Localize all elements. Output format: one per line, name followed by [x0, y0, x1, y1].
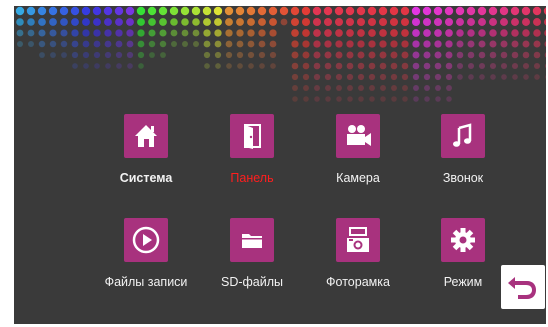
menu-ring-label: Звонок — [442, 171, 484, 185]
back-arrow-icon — [508, 277, 536, 299]
intercom-screen: Система Панель Камера Звонок Файлы запис… — [14, 6, 546, 324]
folder-icon — [230, 218, 274, 262]
door-icon — [230, 114, 274, 158]
menu-system-label: Система — [119, 171, 173, 185]
menu-camera-label: Камера — [336, 171, 380, 185]
decorative-dot-pattern — [15, 6, 546, 102]
menu-mode[interactable]: Режим — [417, 210, 509, 302]
music-note-icon — [441, 114, 485, 158]
back-button[interactable] — [501, 265, 545, 309]
photo-frame-icon — [336, 218, 380, 262]
menu-recordings[interactable]: Файлы записи — [100, 210, 192, 302]
menu-ring[interactable]: Звонок — [417, 106, 509, 198]
gear-icon — [441, 218, 485, 262]
home-icon — [124, 114, 168, 158]
menu-recordings-label: Файлы записи — [104, 275, 188, 289]
menu-system[interactable]: Система — [100, 106, 192, 198]
video-camera-icon — [336, 114, 380, 158]
menu-camera[interactable]: Камера — [312, 106, 404, 198]
menu-photo-frame[interactable]: Фоторамка — [312, 210, 404, 302]
menu-panel[interactable]: Панель — [206, 106, 298, 198]
menu-panel-label: Панель — [230, 171, 274, 185]
menu-sd-files[interactable]: SD-файлы — [206, 210, 298, 302]
menu-photo-frame-label: Фоторамка — [326, 275, 390, 289]
menu-sd-files-label: SD-файлы — [220, 275, 284, 289]
play-icon — [124, 218, 168, 262]
